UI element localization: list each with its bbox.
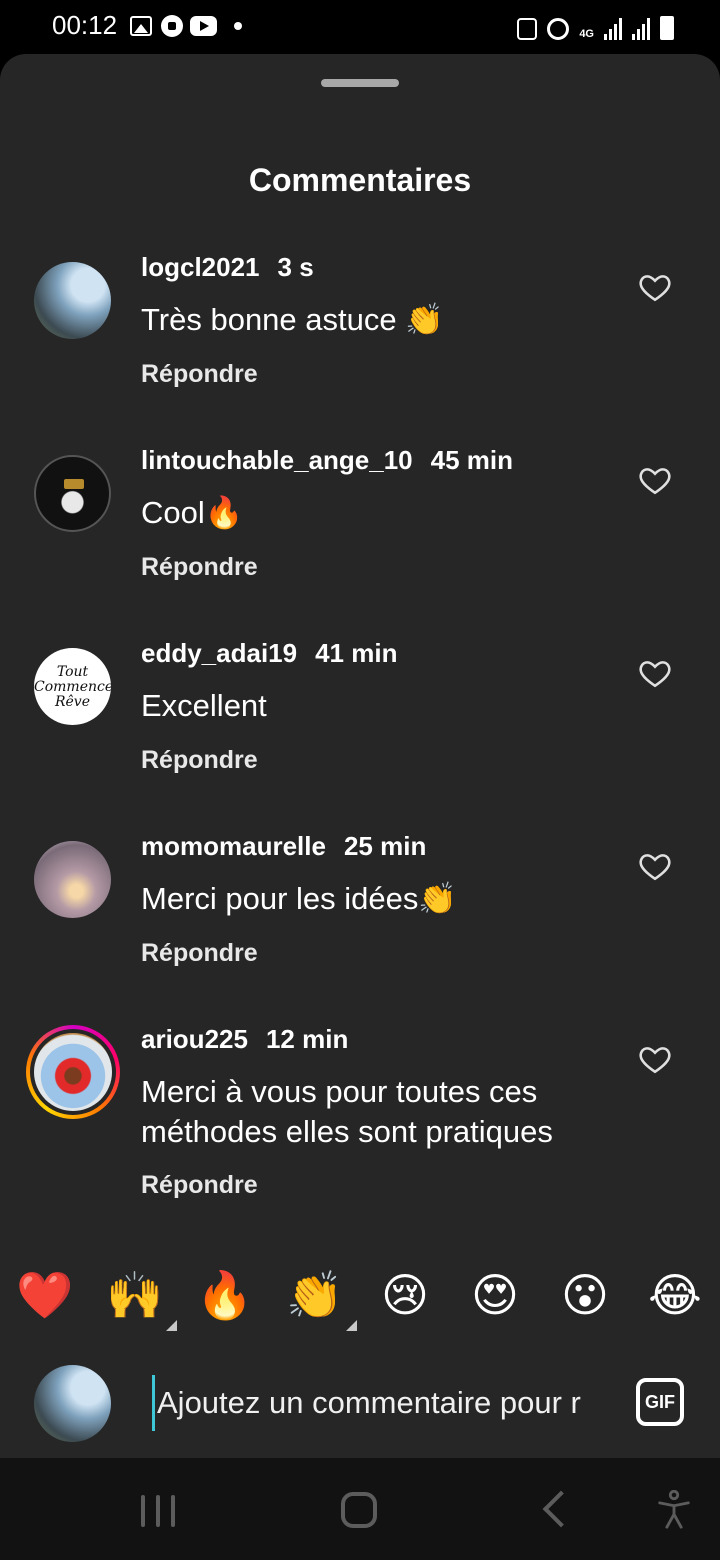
signal-icon xyxy=(604,18,622,40)
comments-sheet: Commentaires logcl2021 3 s Très bonne ast… xyxy=(0,54,720,1458)
comment-username[interactable]: ariou225 xyxy=(141,1024,248,1054)
comment-time: 12 min xyxy=(265,1024,349,1054)
like-heart-icon[interactable] xyxy=(638,656,672,690)
reaction-raising-hands[interactable]: 🙌 xyxy=(105,1265,177,1331)
notification-dot-icon xyxy=(234,22,242,30)
reply-button[interactable]: Répondre xyxy=(141,746,258,775)
comment-username[interactable]: eddy_adai19 xyxy=(141,638,297,668)
story-avatar[interactable] xyxy=(26,1025,120,1119)
current-user-avatar xyxy=(34,1365,111,1442)
sheet-title: Commentaires xyxy=(248,162,472,198)
comment-composer: GIF xyxy=(0,1345,720,1458)
gif-button[interactable]: GIF xyxy=(636,1378,684,1426)
comment-text: Excellent xyxy=(141,688,267,723)
skin-tone-indicator xyxy=(346,1320,357,1331)
like-heart-icon[interactable] xyxy=(638,270,672,304)
reaction-heart[interactable]: ❤️ xyxy=(15,1265,75,1325)
system-nav-bar xyxy=(0,1458,720,1560)
avatar-inner xyxy=(30,1029,116,1115)
drag-handle[interactable] xyxy=(321,79,399,87)
reaction-crying[interactable]: 😢 xyxy=(375,1265,435,1325)
accessibility-icon[interactable] xyxy=(656,1490,692,1530)
comment-text: Très bonne astuce 👏 xyxy=(141,302,444,337)
comment-text: Merci pour les idées👏 xyxy=(141,881,457,916)
reaction-emoji: 🙌 xyxy=(106,1268,164,1322)
skin-tone-indicator xyxy=(166,1320,177,1331)
like-heart-icon[interactable] xyxy=(638,849,672,883)
football-icon xyxy=(161,15,183,37)
reaction-fire[interactable]: 🔥 xyxy=(195,1265,255,1325)
reaction-laughing[interactable]: 😂 xyxy=(645,1265,705,1325)
avatar xyxy=(34,1033,112,1111)
status-right-icons: 4G xyxy=(517,12,674,40)
comment-meta: momomaurelle 25 min xyxy=(141,831,426,862)
avatar[interactable] xyxy=(34,262,111,339)
comment-meta: eddy_adai19 41 min xyxy=(141,638,397,669)
comment-time: 41 min xyxy=(315,638,398,668)
comment-meta: ariou225 12 min xyxy=(141,1024,348,1055)
comment-time: 25 min xyxy=(343,831,427,861)
comment-username[interactable]: momomaurelle xyxy=(141,831,326,861)
like-heart-icon[interactable] xyxy=(638,1042,672,1076)
comment-time: 45 min xyxy=(430,445,514,475)
comment-username[interactable]: lintouchable_ange_10 xyxy=(141,445,413,475)
save-icon xyxy=(517,18,538,40)
reply-button[interactable]: Répondre xyxy=(141,939,258,968)
recent-apps-button[interactable] xyxy=(141,1495,175,1527)
avatar[interactable] xyxy=(34,455,111,532)
quick-reactions-bar: ❤️ 🙌 🔥 👏 😢 😍 😮 😂 xyxy=(0,1265,720,1335)
comment-meta: lintouchable_ange_10 45 min xyxy=(141,445,513,476)
reply-button[interactable]: Répondre xyxy=(141,360,258,389)
avatar[interactable] xyxy=(34,841,111,918)
avatar[interactable]: Tout Commence Rêve xyxy=(34,648,111,725)
reaction-surprised[interactable]: 😮 xyxy=(555,1265,615,1325)
reaction-clap[interactable]: 👏 xyxy=(285,1265,357,1331)
battery-icon xyxy=(660,16,674,40)
back-button[interactable] xyxy=(542,1490,580,1528)
comment-input[interactable] xyxy=(152,1375,602,1431)
comment-meta: logcl2021 3 s xyxy=(141,252,314,283)
avatar-logo-text: Tout Commence Rêve xyxy=(34,664,111,710)
signal-icon xyxy=(632,18,650,40)
youtube-icon xyxy=(190,16,217,36)
network-4g-icon: 4G xyxy=(579,28,594,40)
reply-button[interactable]: Répondre xyxy=(141,1171,258,1200)
status-time: 00:12 xyxy=(52,10,118,40)
status-bar: 00:12 4G xyxy=(0,0,720,54)
reaction-emoji: 👏 xyxy=(286,1268,344,1322)
comment-text: Merci à vous pour toutes ces méthodes el… xyxy=(141,1074,553,1149)
reply-button[interactable]: Répondre xyxy=(141,553,258,582)
alarm-icon xyxy=(547,18,570,40)
reaction-heart-eyes[interactable]: 😍 xyxy=(465,1265,525,1325)
home-button[interactable] xyxy=(341,1492,377,1528)
comment-username[interactable]: logcl2021 xyxy=(141,252,260,282)
comment-text: Cool🔥 xyxy=(141,495,244,530)
comment-time: 3 s xyxy=(277,252,314,282)
like-heart-icon[interactable] xyxy=(638,463,672,497)
gallery-icon xyxy=(130,16,152,36)
